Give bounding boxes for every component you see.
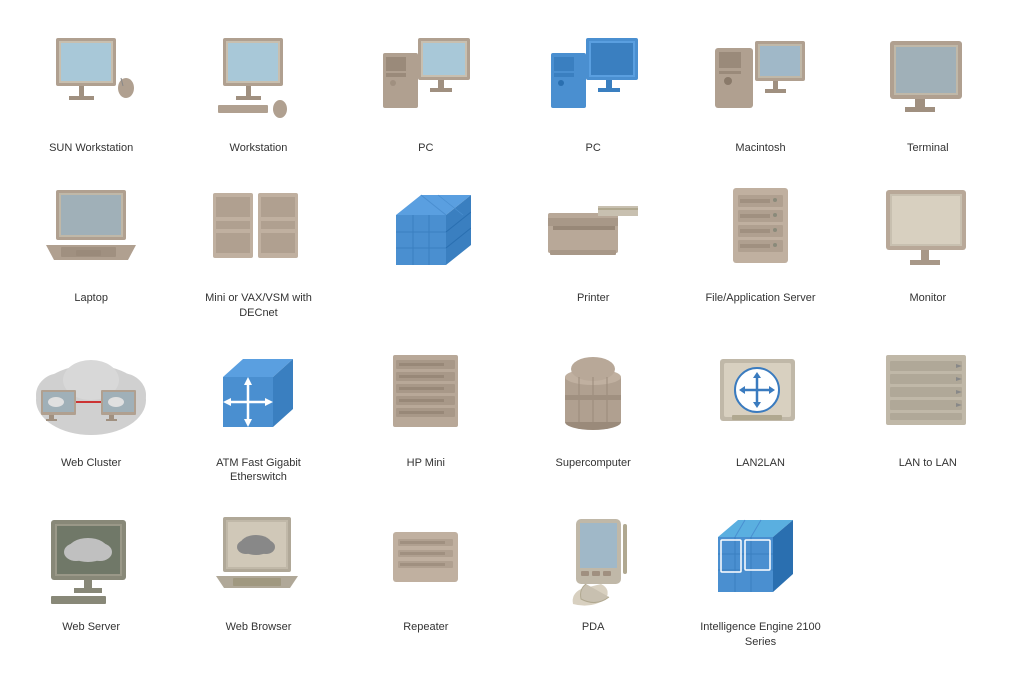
icon-repeater [366, 504, 486, 614]
label-pc-gray: PC [418, 141, 433, 155]
item-sun-workstation[interactable]: SUN Workstation [10, 20, 172, 160]
item-web-server[interactable]: Web Server [10, 499, 172, 654]
label-pc-blue: PC [586, 141, 601, 155]
label-web-server: Web Server [62, 620, 120, 634]
item-web-browser[interactable]: Web Browser [177, 499, 339, 654]
icon-pc-blue [533, 25, 653, 135]
label-lan-to-lan: LAN to LAN [899, 456, 957, 470]
item-web-cluster[interactable]: Web Cluster [10, 335, 172, 490]
item-empty [847, 499, 1009, 654]
icon-lan2lan [700, 340, 820, 450]
icon-web-browser [198, 504, 318, 614]
item-atm-switch[interactable]: ATM Fast Gigabit Etherswitch [177, 335, 339, 490]
label-sun-workstation: SUN Workstation [49, 141, 133, 155]
item-printer[interactable]: Printer [512, 170, 674, 325]
icon-monitor [868, 175, 988, 285]
item-pc-gray[interactable]: PC [345, 20, 507, 160]
label-laptop: Laptop [74, 291, 108, 305]
icon-web-server [31, 504, 151, 614]
icon-pda [533, 504, 653, 614]
item-workstation[interactable]: Workstation [177, 20, 339, 160]
item-pda[interactable]: PDA [512, 499, 674, 654]
icon-laptop [31, 175, 151, 285]
item-lan2lan[interactable]: LAN2LAN [679, 335, 841, 490]
item-intelligence-engine[interactable]: Intelligence Engine 2100 Series [679, 499, 841, 654]
label-hp-mini: HP Mini [407, 456, 445, 470]
icon-supercomputer [533, 340, 653, 450]
item-supercomputer[interactable]: Supercomputer [512, 335, 674, 490]
icon-sun-workstation [31, 25, 151, 135]
label-workstation: Workstation [230, 141, 288, 155]
icon-intelligence-engine [700, 504, 820, 614]
label-terminal: Terminal [907, 141, 949, 155]
item-lan-to-lan[interactable]: LAN to LAN [847, 335, 1009, 490]
icon-workstation [198, 25, 318, 135]
icon-web-cluster [31, 340, 151, 450]
label-web-cluster: Web Cluster [61, 456, 121, 470]
icon-pc-gray [366, 25, 486, 135]
label-web-browser: Web Browser [226, 620, 292, 634]
icon-macintosh [700, 25, 820, 135]
label-lan2lan: LAN2LAN [736, 456, 785, 470]
item-pc-blue[interactable]: PC [512, 20, 674, 160]
icon-atm-switch [198, 340, 318, 450]
icon-lan-to-lan [868, 340, 988, 450]
label-intelligence-engine: Intelligence Engine 2100 Series [695, 620, 825, 649]
label-file-server: File/Application Server [705, 291, 815, 305]
label-repeater: Repeater [403, 620, 448, 634]
item-terminal[interactable]: Terminal [847, 20, 1009, 160]
item-macintosh[interactable]: Macintosh [679, 20, 841, 160]
item-blue-cube[interactable] [345, 170, 507, 325]
icon-grid: SUN Workstation Workstation [0, 0, 1019, 674]
item-repeater[interactable]: Repeater [345, 499, 507, 654]
item-hp-mini[interactable]: HP Mini [345, 335, 507, 490]
item-monitor[interactable]: Monitor [847, 170, 1009, 325]
icon-hp-mini [366, 340, 486, 450]
label-macintosh: Macintosh [735, 141, 785, 155]
item-file-server[interactable]: File/Application Server [679, 170, 841, 325]
icon-mini-vax [198, 175, 318, 285]
label-pda: PDA [582, 620, 605, 634]
label-atm-switch: ATM Fast Gigabit Etherswitch [193, 456, 323, 485]
icon-file-server [700, 175, 820, 285]
label-supercomputer: Supercomputer [556, 456, 631, 470]
label-mini-vax: Mini or VAX/VSM with DECnet [193, 291, 323, 320]
item-laptop[interactable]: Laptop [10, 170, 172, 325]
icon-blue-cube [366, 175, 486, 285]
label-printer: Printer [577, 291, 609, 305]
icon-printer [533, 175, 653, 285]
label-monitor: Monitor [909, 291, 946, 305]
item-mini-vax[interactable]: Mini or VAX/VSM with DECnet [177, 170, 339, 325]
icon-empty [868, 504, 988, 614]
icon-terminal [868, 25, 988, 135]
